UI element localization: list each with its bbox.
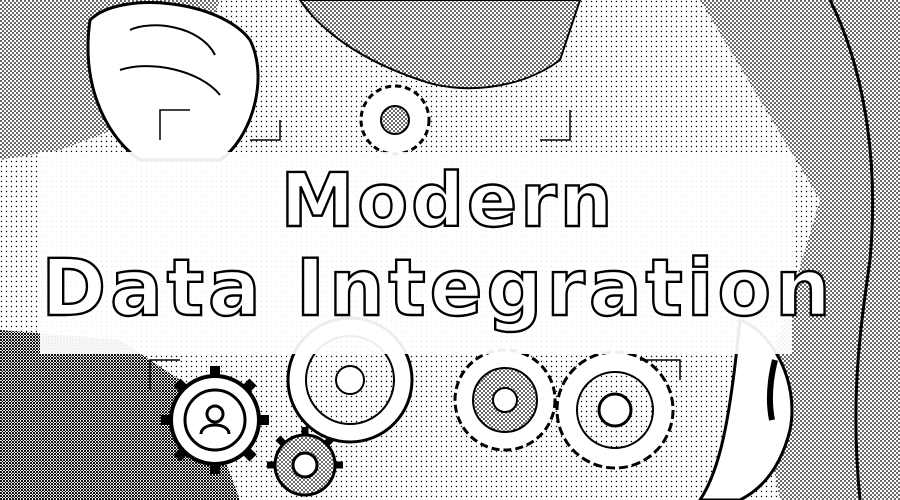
headline-line-1: Modern: [279, 157, 616, 245]
headline-line-2: Data Integration: [40, 243, 835, 335]
hero-image: Modern Data Integration: [0, 0, 900, 500]
gear-icon: [161, 366, 269, 474]
